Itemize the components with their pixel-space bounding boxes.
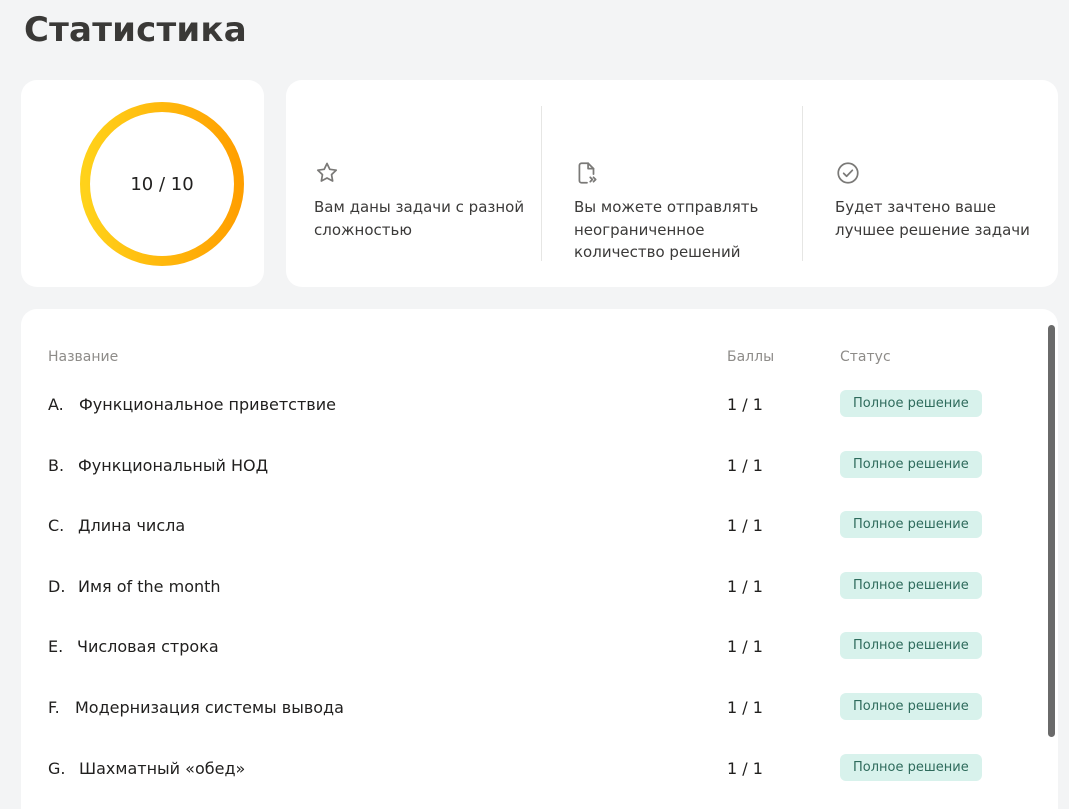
problem-name-link[interactable]: Шахматный «обед» — [79, 759, 245, 778]
status-badge: Полное решение — [840, 390, 982, 417]
status-badge: Полное решение — [840, 632, 982, 659]
problem-name-link[interactable]: Длина числа — [78, 516, 185, 535]
progress-value: 10 / 10 — [130, 173, 194, 195]
table-row[interactable]: F. Модернизация системы вывода 1 / 1 Пол… — [21, 688, 1021, 728]
info-item-difficulty: Вам даны задачи с разной сложностью — [314, 80, 544, 287]
status-badge: Полное решение — [840, 693, 982, 720]
status-badge: Полное решение — [840, 754, 982, 781]
info-item-submissions: Вы можете отправлять неограниченное коли… — [574, 80, 804, 287]
problem-letter: D. — [48, 577, 66, 596]
info-item-best-solution: Будет зачтено ваше лучшее решение задачи — [835, 80, 1065, 287]
problem-name-link[interactable]: Функциональное приветствие — [79, 395, 336, 414]
status-badge: Полное решение — [840, 451, 982, 478]
problem-name-link[interactable]: Числовая строка — [77, 637, 219, 656]
problems-table: Название Баллы Статус A. Функциональное … — [21, 309, 1058, 809]
problem-name-link[interactable]: Функциональный НОД — [78, 456, 268, 475]
info-text: Вы можете отправлять неограниченное коли… — [574, 198, 759, 261]
divider — [802, 106, 803, 261]
problem-score: 1 / 1 — [727, 637, 763, 656]
table-row[interactable]: B. Функциональный НОД 1 / 1 Полное решен… — [21, 446, 1021, 486]
info-card: Вам даны задачи с разной сложностью Вы м… — [286, 80, 1058, 287]
problem-score: 1 / 1 — [727, 759, 763, 778]
problem-letter: B. — [48, 456, 65, 475]
problem-letter: G. — [48, 759, 66, 778]
table-row[interactable]: D. Имя of the month 1 / 1 Полное решение — [21, 567, 1021, 607]
problem-letter: E. — [48, 637, 64, 656]
problem-letter: A. — [48, 395, 64, 414]
problem-score: 1 / 1 — [727, 456, 763, 475]
divider — [541, 106, 542, 261]
problem-letter: C. — [48, 516, 65, 535]
check-circle-icon — [835, 160, 861, 186]
info-text: Вам даны задачи с разной сложностью — [314, 198, 525, 239]
status-badge: Полное решение — [840, 511, 982, 538]
info-text: Будет зачтено ваше лучшее решение задачи — [835, 198, 1030, 239]
column-header-score: Баллы — [727, 349, 775, 365]
problem-score: 1 / 1 — [727, 577, 763, 596]
problem-letter: F. — [48, 698, 60, 717]
status-badge: Полное решение — [840, 572, 982, 599]
problem-score: 1 / 1 — [727, 395, 763, 414]
page-title: Статистика — [24, 10, 247, 50]
problem-score: 1 / 1 — [727, 698, 763, 717]
star-icon — [314, 160, 340, 186]
problem-score: 1 / 1 — [727, 516, 763, 535]
table-row[interactable]: G. Шахматный «обед» 1 / 1 Полное решение — [21, 749, 1021, 789]
column-header-status: Статус — [840, 349, 891, 365]
problem-name-link[interactable]: Модернизация системы вывода — [75, 698, 344, 717]
table-row[interactable]: A. Функциональное приветствие 1 / 1 Полн… — [21, 385, 1021, 425]
table-row[interactable]: C. Длина числа 1 / 1 Полное решение — [21, 506, 1021, 546]
progress-card: 10 / 10 — [21, 80, 264, 287]
problem-name-link[interactable]: Имя of the month — [78, 577, 221, 596]
file-forward-icon — [574, 160, 600, 186]
scrollbar-thumb[interactable] — [1048, 325, 1055, 737]
column-header-name: Название — [48, 349, 119, 365]
table-row[interactable]: E. Числовая строка 1 / 1 Полное решение — [21, 627, 1021, 667]
